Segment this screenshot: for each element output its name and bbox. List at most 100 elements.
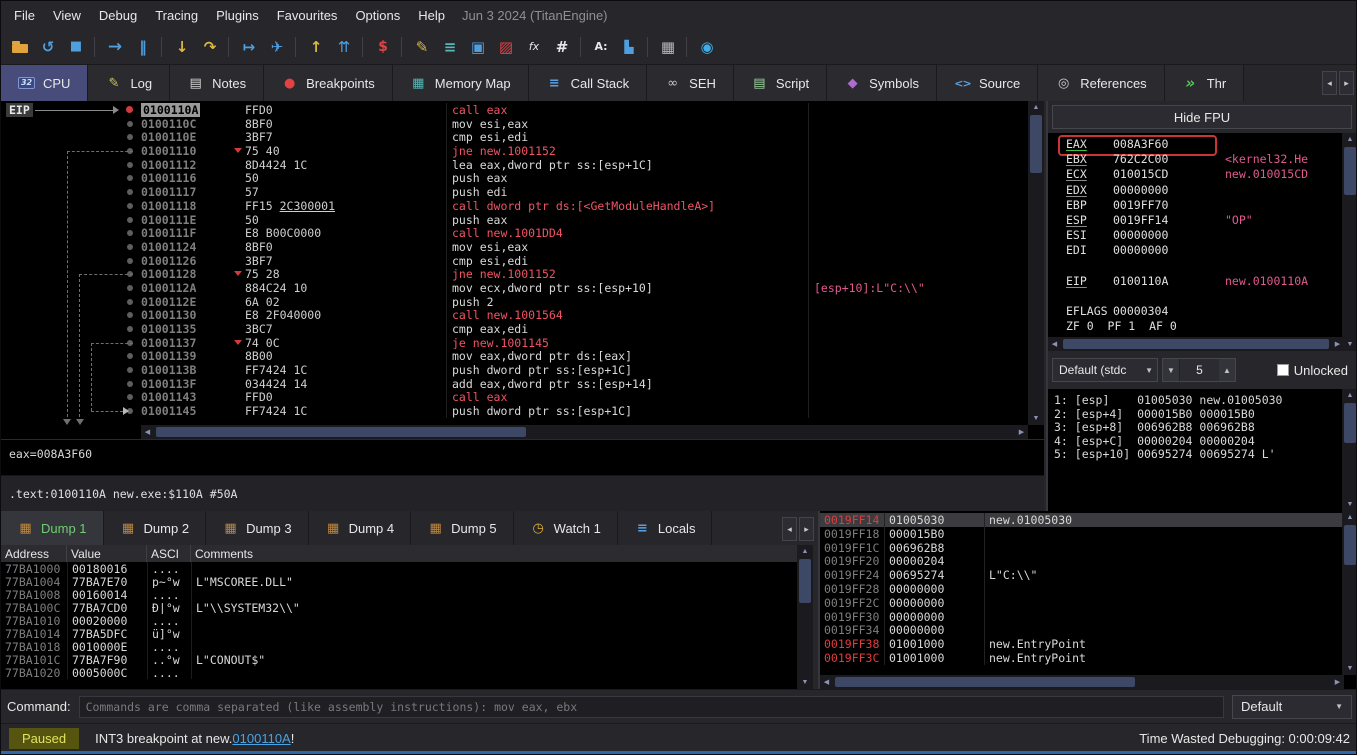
view-tab[interactable]: Log — [88, 65, 170, 101]
scroll-down-arrow[interactable]: ▼ — [1342, 338, 1357, 351]
dump-row[interactable]: 77BA100000180016.... — [1, 562, 797, 575]
stack-row[interactable]: 0019FF1401005030new.01005030 — [820, 513, 1342, 527]
register-row[interactable]: EDI00000000 — [1048, 243, 1344, 258]
register-row[interactable]: EDX00000000 — [1048, 183, 1344, 198]
az-icon[interactable] — [588, 34, 614, 60]
restart-icon[interactable] — [35, 34, 61, 60]
dump-tab[interactable]: Dump 2 — [104, 511, 207, 545]
breakpoint-dot[interactable] — [127, 189, 133, 195]
stack-vertical-scrollbar[interactable]: ▲▼ — [1342, 511, 1357, 675]
step-over-icon[interactable] — [197, 34, 223, 60]
disasm-row[interactable]: 0100112E6A 02push 2 — [1, 295, 1027, 309]
breakpoint-dot[interactable] — [127, 271, 133, 277]
breakpoint-dot[interactable] — [127, 340, 133, 346]
breakpoint-dot[interactable] — [127, 230, 133, 236]
dump-row[interactable]: 77BA10180010000E.... — [1, 640, 797, 653]
dump-tab[interactable]: Dump 3 — [206, 511, 309, 545]
spinner-up-button[interactable]: ▲ — [1219, 359, 1235, 381]
graph-icon[interactable] — [521, 34, 547, 60]
register-row[interactable]: EIP0100110Anew.0100110A — [1048, 274, 1344, 289]
register-row[interactable]: ESP0019FF14"OP" — [1048, 213, 1344, 228]
dump-tab[interactable]: Dump 1 — [1, 511, 104, 545]
stack-row[interactable]: 0019FF2800000000 — [820, 582, 1342, 596]
open-folder-icon[interactable] — [7, 34, 33, 60]
scroll-left-arrow[interactable]: ◀ — [820, 675, 833, 689]
dump-column-header[interactable]: Address — [1, 545, 67, 562]
view-tab[interactable]: Symbols — [827, 65, 937, 101]
unlocked-checkbox[interactable] — [1277, 364, 1289, 376]
register-row[interactable]: EBX762C2C00<kernel32.He — [1048, 152, 1344, 167]
disasm-row[interactable]: 0100111650push eax — [1, 171, 1027, 185]
dump-column-header[interactable]: Comments — [191, 545, 797, 562]
dump-tab[interactable]: Watch 1 — [514, 511, 618, 545]
register-row[interactable]: EFLAGS00000304 — [1048, 304, 1344, 319]
patch-icon[interactable] — [493, 34, 519, 60]
view-tab[interactable]: Source — [937, 65, 1038, 101]
disasm-row[interactable]: 010011128D4424 1Clea eax,dword ptr ss:[e… — [1, 158, 1027, 172]
disasm-row[interactable]: 0100111E50push eax — [1, 213, 1027, 227]
tabs-scroll-right-button[interactable]: ▸ — [1339, 71, 1354, 95]
stack-arg-line[interactable]: 2: [esp+4] 000015B0 000015B0 — [1054, 407, 1344, 421]
breakpoint-dot[interactable] — [127, 394, 133, 400]
breakpoint-dot[interactable] — [127, 299, 133, 305]
help-icon[interactable] — [694, 34, 720, 60]
arguments-vertical-scrollbar[interactable]: ▲▼ — [1342, 389, 1357, 511]
spinner-down-button[interactable]: ▼ — [1163, 359, 1179, 381]
disasm-row[interactable]: 0100113774 0Cje new.1001145 — [1, 336, 1027, 350]
breakpoint-dot[interactable] — [127, 134, 133, 140]
scroll-up-arrow[interactable]: ▲ — [1028, 101, 1044, 114]
disasm-row[interactable]: 0100113BFF7424 1Cpush dword ptr ss:[esp+… — [1, 363, 1027, 377]
dump-tab[interactable]: Dump 5 — [411, 511, 514, 545]
dump-vertical-scrollbar[interactable]: ▲▼ — [797, 545, 813, 689]
argument-count-spinner[interactable]: ▼5▲ — [1162, 358, 1236, 382]
stack-arg-line[interactable]: 5: [esp+10] 00695274 00695274 L' — [1054, 447, 1344, 461]
view-tab[interactable]: Call Stack — [529, 65, 648, 101]
disasm-row[interactable]: 0100112875 28jne new.1001152 — [1, 267, 1027, 281]
disasm-row[interactable]: 0100110E3BF7cmp esi,edi — [1, 130, 1027, 144]
breakpoint-dot[interactable] — [126, 106, 133, 113]
command-syntax-select[interactable]: Default▼ — [1232, 695, 1352, 719]
disasm-row[interactable]: 0100110C8BF0mov esi,eax — [1, 117, 1027, 131]
view-tab[interactable]: Thr — [1165, 65, 1245, 101]
breakpoint-dot[interactable] — [127, 148, 133, 154]
breakpoint-dot[interactable] — [127, 217, 133, 223]
breakpoint-dot[interactable] — [127, 162, 133, 168]
scroll-left-arrow[interactable]: ◀ — [1048, 337, 1061, 351]
scroll-right-arrow[interactable]: ▶ — [1331, 337, 1344, 351]
scrollbar-thumb[interactable] — [1030, 115, 1042, 173]
calculator-icon[interactable] — [655, 34, 681, 60]
menu-item[interactable]: Debug — [90, 5, 146, 26]
breakpoint-dot[interactable] — [127, 367, 133, 373]
register-row[interactable] — [1048, 259, 1344, 274]
scroll-down-arrow[interactable]: ▼ — [797, 676, 813, 689]
dump-row[interactable]: 77BA100C77BA7CD0Ð|°wL"\\SYSTEM32\\" — [1, 601, 797, 614]
breakpoint-dot[interactable] — [127, 381, 133, 387]
view-tab[interactable]: SEH — [647, 65, 734, 101]
stack-row[interactable]: 0019FF2000000204 — [820, 554, 1342, 568]
calling-convention-select[interactable]: Default (stdc▼ — [1052, 358, 1158, 382]
breakpoint-dot[interactable] — [127, 353, 133, 359]
stack-row[interactable]: 0019FF2400695274L"C:\\" — [820, 568, 1342, 582]
view-tab[interactable]: Memory Map — [393, 65, 529, 101]
menu-item[interactable]: Help — [409, 5, 454, 26]
breakpoint-dot[interactable] — [127, 175, 133, 181]
scrollbar-thumb[interactable] — [799, 559, 811, 603]
hash-icon[interactable] — [549, 34, 575, 60]
copy-pattern-icon[interactable] — [465, 34, 491, 60]
disasm-row[interactable]: 01001145FF7424 1Cpush dword ptr ss:[esp+… — [1, 404, 1027, 418]
disasm-row[interactable]: 010011353BC7cmp eax,edi — [1, 322, 1027, 336]
menu-item[interactable]: Tracing — [146, 5, 207, 26]
pause-icon[interactable] — [130, 34, 156, 60]
view-tab[interactable]: Script — [734, 65, 827, 101]
view-tab[interactable]: Notes — [170, 65, 264, 101]
view-tab[interactable]: Breakpoints — [264, 65, 393, 101]
stack-arg-line[interactable]: 3: [esp+8] 006962B8 006962B8 — [1054, 420, 1344, 434]
breakpoint-address-link[interactable]: 0100110A — [232, 731, 290, 746]
registers-horizontal-scrollbar[interactable]: ◀▶ — [1048, 337, 1344, 351]
dump-tab[interactable]: Dump 4 — [309, 511, 412, 545]
disasm-row[interactable]: 0100113F034424 14add eax,dword ptr ss:[e… — [1, 377, 1027, 391]
disasm-row[interactable]: 010011398B00mov eax,dword ptr ds:[eax] — [1, 349, 1027, 363]
dump-row[interactable]: 77BA10200005000C.... — [1, 666, 797, 679]
scroll-up-arrow[interactable]: ▲ — [1342, 389, 1357, 402]
stack-row[interactable]: 0019FF3C01001000new.EntryPoint — [820, 651, 1342, 665]
